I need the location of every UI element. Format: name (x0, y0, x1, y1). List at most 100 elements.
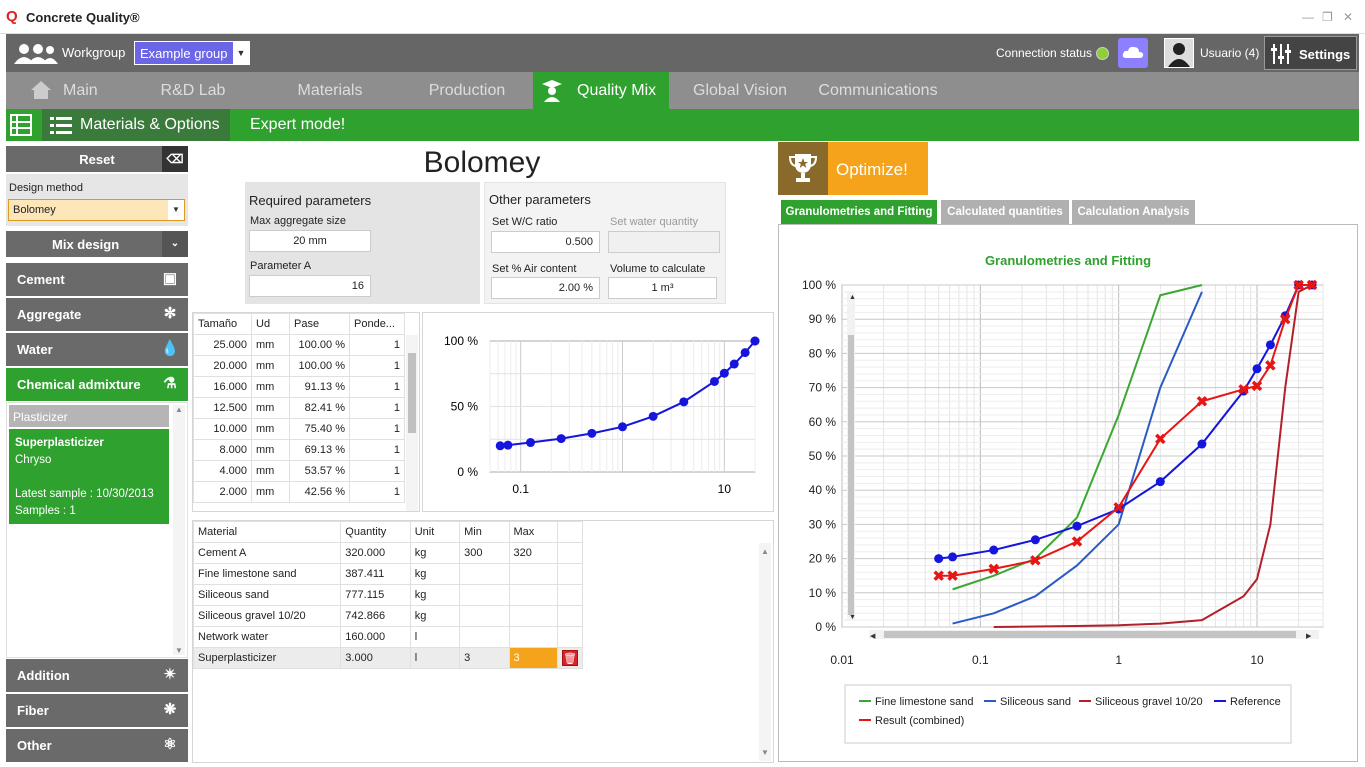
table-cell[interactable]: 2.000 (193, 481, 252, 503)
table-cell[interactable]: 82.41 % (289, 397, 350, 419)
table-cell[interactable] (508, 584, 558, 606)
column-header[interactable]: Ponde... (349, 313, 405, 335)
optimize-button[interactable]: Optimize! (778, 142, 928, 195)
table-cell[interactable]: 3 (508, 647, 558, 669)
table-cell[interactable]: mm (251, 481, 290, 503)
table-cell[interactable]: 320 (508, 542, 558, 564)
table-cell[interactable] (459, 563, 510, 585)
cement-button[interactable]: Cement ▣ (6, 263, 188, 296)
table-cell[interactable] (508, 605, 558, 627)
table-cell[interactable]: mm (251, 460, 290, 482)
table-cell[interactable]: 1 (349, 376, 405, 398)
tab-communications[interactable]: Communications (812, 72, 944, 109)
aggregate-button[interactable]: Aggregate ✼ (6, 298, 188, 331)
column-header[interactable]: Material (192, 521, 342, 543)
table-cell[interactable] (508, 563, 558, 585)
column-header[interactable]: Max (508, 521, 558, 543)
table-cell[interactable]: kg (409, 542, 461, 564)
table-cell[interactable]: Cement A (192, 542, 342, 564)
close-icon[interactable]: ✕ (1343, 10, 1353, 24)
table-cell[interactable]: mm (251, 334, 290, 356)
table-row[interactable]: Network water 160.000 l (192, 626, 584, 648)
table-cell[interactable]: 300 (459, 542, 510, 564)
table-scrollbar[interactable] (406, 335, 418, 511)
table-cell[interactable]: l (409, 647, 461, 669)
table-cell[interactable]: 4.000 (193, 460, 252, 482)
list-scrollbar[interactable]: ▲ ▼ (173, 405, 185, 655)
air-content-field[interactable]: 2.00 % (491, 277, 600, 299)
water-button[interactable]: Water 💧 (6, 333, 188, 366)
table-cell[interactable]: kg (409, 605, 461, 627)
materials-options-button[interactable]: Materials & Options (42, 109, 230, 141)
table-cell[interactable]: 91.13 % (289, 376, 350, 398)
expert-mode-button[interactable]: Expert mode! (250, 116, 345, 134)
table-cell[interactable] (459, 605, 510, 627)
table-cell[interactable]: 777.115 (340, 584, 411, 606)
table-cell[interactable]: 387.411 (340, 563, 411, 585)
column-header[interactable]: Quantity (340, 521, 411, 543)
table-row[interactable]: 12.500 mm 82.41 % 1 (193, 397, 405, 419)
table-row[interactable]: 4.000 mm 53.57 % 1 (193, 460, 405, 482)
table-cell[interactable] (556, 626, 584, 648)
max-aggregate-field[interactable]: 20 mm (249, 230, 371, 252)
table-row[interactable]: Superplasticizer 3.000 l 3 3 🗑 (192, 647, 584, 669)
cloud-sync-button[interactable] (1118, 38, 1148, 68)
tab-materials[interactable]: Materials (278, 72, 382, 109)
fiber-button[interactable]: Fiber ❋ (6, 694, 188, 727)
table-cell[interactable] (556, 605, 584, 627)
table-row[interactable]: 10.000 mm 75.40 % 1 (193, 418, 405, 440)
tab-rd-lab[interactable]: R&D Lab (146, 72, 240, 109)
table-row[interactable]: Cement A 320.000 kg 300 320 (192, 542, 584, 564)
other-button[interactable]: Other ⚛ (6, 729, 188, 762)
table-cell[interactable]: kg (409, 584, 461, 606)
table-cell[interactable]: 42.56 % (289, 481, 350, 503)
mix-design-button[interactable]: Mix design ⌄ (6, 231, 188, 257)
table-cell[interactable]: 10.000 (193, 418, 252, 440)
table-cell[interactable] (556, 584, 584, 606)
user-avatar[interactable] (1164, 38, 1194, 68)
material-scrollbar[interactable]: ▲ ▼ (759, 543, 771, 761)
user-label[interactable]: Usuario (4) (1200, 46, 1259, 60)
table-cell[interactable] (556, 563, 584, 585)
table-row[interactable]: 16.000 mm 91.13 % 1 (193, 376, 405, 398)
table-cell[interactable]: 8.000 (193, 439, 252, 461)
table-cell[interactable]: 1 (349, 397, 405, 419)
table-cell[interactable]: 3.000 (340, 647, 411, 669)
tab-quality-mix[interactable]: Quality Mix (533, 72, 669, 109)
table-cell[interactable]: 1 (349, 460, 405, 482)
table-row[interactable]: 25.000 mm 100.00 % 1 (193, 334, 405, 356)
table-cell[interactable]: mm (251, 397, 290, 419)
table-cell[interactable]: 1 (349, 481, 405, 503)
table-cell[interactable]: 12.500 (193, 397, 252, 419)
tab-granulometries[interactable]: Granulometries and Fitting (781, 200, 937, 224)
table-cell[interactable]: 20.000 (193, 355, 252, 377)
table-cell[interactable]: 320.000 (340, 542, 411, 564)
tab-calculated-quantities[interactable]: Calculated quantities (941, 200, 1069, 224)
table-cell[interactable]: 3 (459, 647, 510, 669)
design-method-select[interactable]: Bolomey ▼ (8, 199, 185, 221)
tab-global-vision[interactable]: Global Vision (682, 72, 798, 109)
plasticizer-header[interactable]: Plasticizer (9, 405, 169, 427)
column-header[interactable]: Unit (409, 521, 461, 543)
table-cell[interactable]: 25.000 (193, 334, 252, 356)
delete-button[interactable]: 🗑 (556, 647, 584, 669)
table-cell[interactable]: mm (251, 355, 290, 377)
table-cell[interactable]: 69.13 % (289, 439, 350, 461)
table-cell[interactable]: Siliceous gravel 10/20 (192, 605, 342, 627)
table-cell[interactable]: 160.000 (340, 626, 411, 648)
reset-button[interactable]: Reset ⌫ (6, 146, 188, 172)
column-header[interactable]: Pase (289, 313, 350, 335)
tab-production[interactable]: Production (412, 72, 522, 109)
restore-icon[interactable]: ❐ (1322, 10, 1333, 24)
table-row[interactable]: Fine limestone sand 387.411 kg (192, 563, 584, 585)
volume-field[interactable]: 1 m³ (608, 277, 717, 299)
table-cell[interactable]: Siliceous sand (192, 584, 342, 606)
workgroup-select[interactable]: Example group ▼ (134, 41, 250, 65)
table-cell[interactable] (459, 584, 510, 606)
table-cell[interactable]: 16.000 (193, 376, 252, 398)
column-header[interactable]: Tamaño (193, 313, 252, 335)
table-cell[interactable]: Network water (192, 626, 342, 648)
table-cell[interactable] (459, 626, 510, 648)
table-cell[interactable]: 1 (349, 355, 405, 377)
table-cell[interactable] (508, 626, 558, 648)
